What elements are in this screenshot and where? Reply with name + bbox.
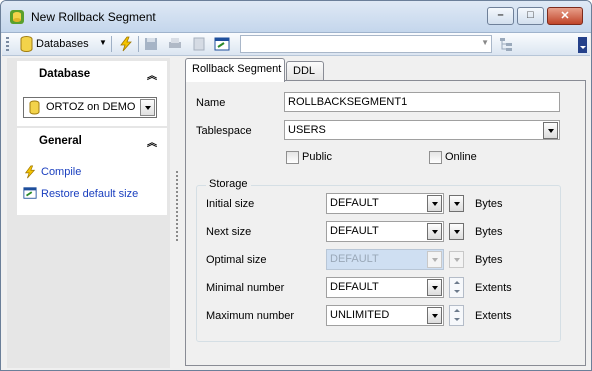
database-section-body: ORTOZ on DEMO — [17, 87, 167, 126]
chevron-down-icon[interactable] — [543, 122, 558, 139]
close-button[interactable]: ✕ — [547, 7, 583, 25]
minimal-number-select[interactable]: DEFAULT — [326, 277, 444, 298]
general-section-header[interactable]: General ︽ — [17, 128, 167, 154]
tab-label: DDL — [293, 65, 316, 77]
optimal-size-unit: Bytes — [475, 254, 503, 266]
minimize-icon: – — [497, 9, 504, 21]
optimal-size-value: DEFAULT — [330, 253, 379, 265]
collapse-icon[interactable]: ︽ — [147, 134, 157, 149]
minimal-number-spinner[interactable] — [449, 277, 464, 298]
maximum-number-unit: Extents — [475, 310, 512, 322]
splitter-handle[interactable] — [176, 171, 178, 241]
toolbar-combo[interactable]: ▼ — [240, 35, 492, 53]
online-checkbox[interactable] — [429, 151, 442, 164]
online-label: Online — [445, 151, 477, 163]
minimal-number-label: Minimal number — [206, 282, 285, 294]
database-icon — [20, 36, 33, 52]
public-label: Public — [302, 151, 332, 163]
maximum-number-label: Maximum number — [206, 310, 295, 322]
window-restore-icon[interactable] — [214, 36, 230, 52]
compile-lightning-icon[interactable] — [118, 36, 134, 52]
toolbar-options-button[interactable] — [578, 37, 587, 53]
tablespace-label: Tablespace — [196, 125, 252, 137]
window-title: New Rollback Segment — [31, 10, 156, 24]
public-checkbox[interactable] — [286, 151, 299, 164]
storage-group-label: Storage — [206, 178, 251, 190]
compile-label: Compile — [41, 166, 82, 178]
minimal-number-value: DEFAULT — [330, 281, 379, 293]
optimal-size-unit-dropdown — [449, 251, 464, 268]
export-icon[interactable] — [191, 36, 207, 52]
chevron-down-icon: ▼ — [99, 38, 107, 47]
tab-ddl[interactable]: DDL — [286, 61, 324, 81]
initial-size-label: Initial size — [206, 198, 255, 210]
print-icon[interactable] — [167, 36, 183, 52]
tree-icon[interactable] — [498, 36, 514, 52]
toolbar-grip-icon[interactable] — [6, 37, 9, 51]
next-size-value: DEFAULT — [330, 225, 379, 237]
database-icon — [29, 100, 40, 115]
database-select-value: ORTOZ on DEMO — [46, 101, 136, 113]
save-icon[interactable] — [143, 36, 159, 52]
chevron-down-icon — [427, 251, 442, 268]
maximum-number-spinner[interactable] — [449, 305, 464, 326]
database-select[interactable]: ORTOZ on DEMO — [23, 97, 157, 118]
name-input[interactable]: ROLLBACKSEGMENT1 — [284, 92, 560, 112]
general-section-body: Compile Restore default size — [17, 154, 167, 215]
chevron-down-icon[interactable] — [140, 99, 155, 116]
navigation-bar: Database ︽ ORTOZ on DEMO General ︽ Compi… — [7, 58, 170, 368]
lightning-icon — [24, 165, 36, 179]
name-label: Name — [196, 97, 226, 109]
general-section-title: General — [39, 135, 82, 147]
name-input-value: ROLLBACKSEGMENT1 — [288, 96, 408, 108]
tab-rollback-segment[interactable]: Rollback Segment — [185, 58, 285, 82]
initial-size-select[interactable]: DEFAULT — [326, 193, 444, 214]
tab-label: Rollback Segment — [192, 63, 282, 75]
database-section-header[interactable]: Database ︽ — [17, 61, 167, 87]
chevron-down-icon: ▼ — [481, 38, 489, 47]
maximize-button[interactable]: □ — [517, 7, 544, 25]
chevron-down-icon[interactable] — [427, 307, 442, 324]
minimize-button[interactable]: – — [487, 7, 514, 25]
databases-label: Databases — [36, 38, 89, 50]
optimal-size-select: DEFAULT — [326, 249, 444, 270]
maximize-icon: □ — [527, 9, 534, 21]
toolbar-separator — [138, 36, 139, 52]
chevron-down-icon[interactable] — [427, 195, 442, 212]
database-section-title: Database — [39, 68, 91, 80]
initial-size-unit-dropdown[interactable] — [449, 195, 464, 212]
restore-default-size-label: Restore default size — [41, 188, 139, 200]
next-size-select[interactable]: DEFAULT — [326, 221, 444, 242]
next-size-label: Next size — [206, 226, 252, 238]
window-restore-icon — [23, 187, 37, 199]
close-icon: ✕ — [560, 10, 570, 22]
title-bar: New Rollback Segment – □ ✕ — [1, 1, 591, 33]
maximum-number-value: UNLIMITED — [330, 309, 390, 321]
chevron-down-icon[interactable] — [427, 223, 442, 240]
next-size-unit: Bytes — [475, 226, 503, 238]
toolbar-separator — [111, 36, 112, 52]
maximum-number-select[interactable]: UNLIMITED — [326, 305, 444, 326]
minimal-number-unit: Extents — [475, 282, 512, 294]
tablespace-select[interactable]: USERS — [284, 120, 560, 140]
collapse-icon[interactable]: ︽ — [147, 67, 157, 82]
chevron-down-icon[interactable] — [427, 279, 442, 296]
window: New Rollback Segment – □ ✕ Databases ▼ ▼… — [0, 0, 592, 371]
optimal-size-label: Optimal size — [206, 254, 267, 266]
initial-size-value: DEFAULT — [330, 197, 379, 209]
tablespace-value: USERS — [288, 124, 326, 136]
next-size-unit-dropdown[interactable] — [449, 223, 464, 240]
app-icon — [10, 10, 24, 24]
initial-size-unit: Bytes — [475, 198, 503, 210]
toolbar: Databases ▼ ▼ — [2, 33, 590, 56]
